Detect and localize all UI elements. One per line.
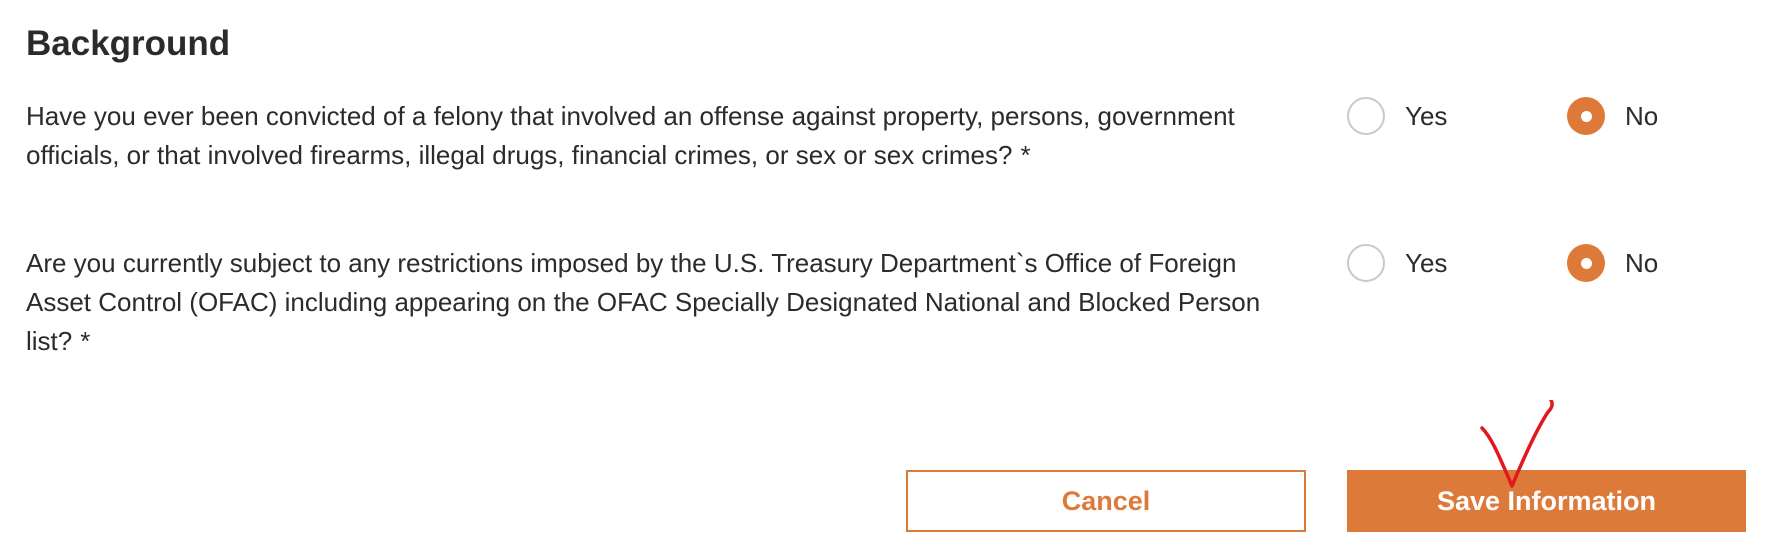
radio-circle-unselected[interactable]: [1347, 244, 1385, 282]
question-felony: Have you ever been convicted of a felony…: [26, 97, 1306, 175]
felony-yes-radio[interactable]: Yes: [1347, 97, 1447, 135]
radio-circle-selected[interactable]: [1567, 244, 1605, 282]
save-information-button[interactable]: Save Information: [1347, 470, 1746, 532]
ofac-yes-radio[interactable]: Yes: [1347, 244, 1447, 282]
ofac-no-radio[interactable]: No: [1567, 244, 1658, 282]
radio-label-yes: Yes: [1405, 100, 1448, 131]
radio-label-no: No: [1625, 100, 1659, 131]
question-ofac: Are you currently subject to any restric…: [26, 244, 1306, 361]
required-marker: *: [1020, 140, 1031, 170]
radio-label-no: No: [1625, 247, 1659, 278]
radio-circle-unselected[interactable]: [1347, 97, 1385, 135]
question-felony-text: Have you ever been convicted of a felony…: [26, 101, 1235, 170]
section-title: Background: [26, 24, 231, 63]
cancel-button[interactable]: Cancel: [906, 470, 1306, 532]
question-ofac-text: Are you currently subject to any restric…: [26, 248, 1261, 356]
radio-circle-selected[interactable]: [1567, 97, 1605, 135]
radio-label-yes: Yes: [1405, 247, 1448, 278]
required-marker: *: [80, 326, 91, 356]
felony-no-radio[interactable]: No: [1567, 97, 1658, 135]
